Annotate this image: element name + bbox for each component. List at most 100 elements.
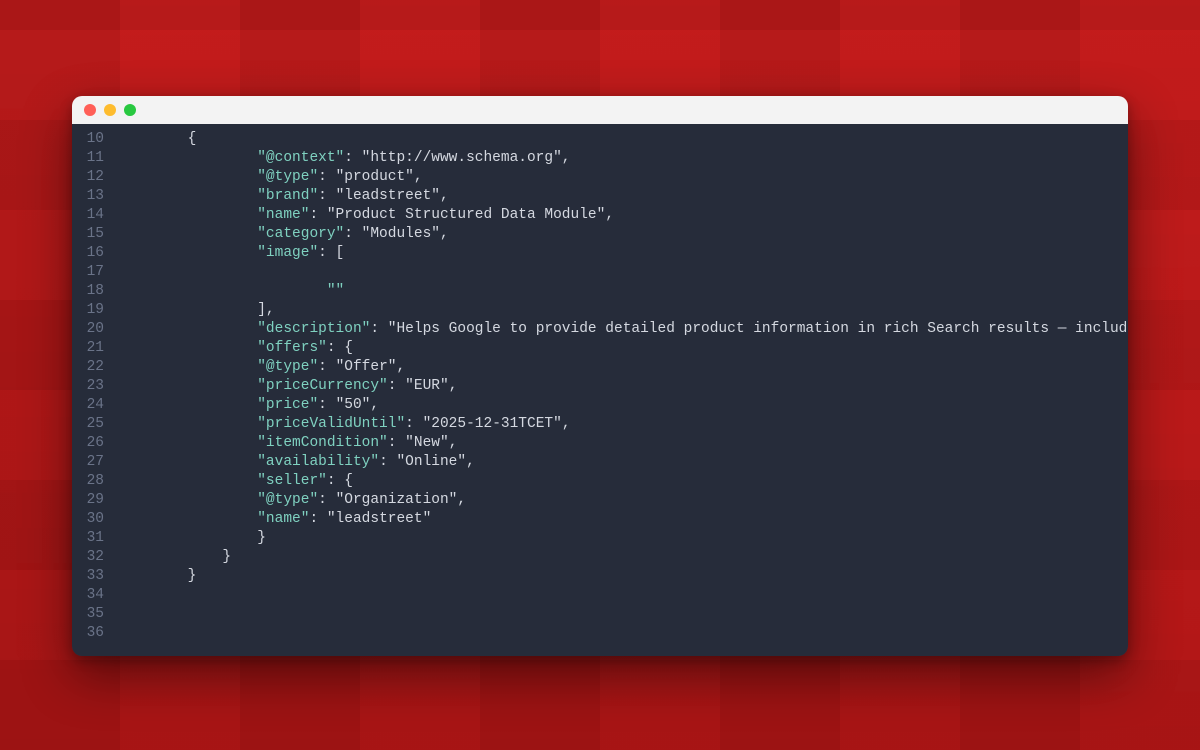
json-punct: }	[257, 530, 266, 546]
code-line[interactable]: "@type": "product",	[118, 168, 1128, 187]
code-line[interactable]: }	[118, 529, 1128, 548]
code-line[interactable]: }	[118, 567, 1128, 586]
code-line[interactable]: "offers": {	[118, 339, 1128, 358]
json-string: "50"	[336, 397, 371, 413]
code-line[interactable]: "@type": "Organization",	[118, 491, 1128, 510]
json-string: "http://www.schema.org"	[362, 150, 562, 166]
line-number: 35	[72, 605, 104, 624]
json-punct: :	[318, 359, 335, 375]
code-line[interactable]: "@type": "Offer",	[118, 358, 1128, 377]
code-line[interactable]	[118, 263, 1128, 282]
json-key: "@type"	[257, 359, 318, 375]
line-number: 16	[72, 244, 104, 263]
code-line[interactable]: "category": "Modules",	[118, 225, 1128, 244]
json-key: ""	[327, 283, 344, 299]
json-string: "leadstreet"	[336, 188, 440, 204]
line-number: 13	[72, 187, 104, 206]
line-number: 24	[72, 396, 104, 415]
line-number: 14	[72, 206, 104, 225]
json-punct: :	[318, 492, 335, 508]
json-key: "name"	[257, 511, 309, 527]
json-key: "name"	[257, 207, 309, 223]
code-line[interactable]: "itemCondition": "New",	[118, 434, 1128, 453]
code-line[interactable]: "brand": "leadstreet",	[118, 187, 1128, 206]
code-line[interactable]: "image": [	[118, 244, 1128, 263]
line-number: 30	[72, 510, 104, 529]
code-line[interactable]: "name": "Product Structured Data Module"…	[118, 206, 1128, 225]
json-key: "@type"	[257, 169, 318, 185]
json-punct: :	[318, 188, 335, 204]
line-number-gutter: 1011121314151617181920212223242526272829…	[72, 130, 110, 656]
line-number: 21	[72, 339, 104, 358]
close-icon[interactable]	[84, 104, 96, 116]
json-punct: ,	[370, 397, 379, 413]
line-number: 10	[72, 130, 104, 149]
json-string: "Product Structured Data Module"	[327, 207, 605, 223]
code-line[interactable]: "price": "50",	[118, 396, 1128, 415]
json-punct: ,	[440, 226, 449, 242]
json-string: "Modules"	[362, 226, 440, 242]
json-punct: : {	[327, 473, 353, 489]
line-number: 11	[72, 149, 104, 168]
code-line[interactable]: ""	[118, 282, 1128, 301]
json-punct: ,	[562, 416, 571, 432]
json-punct: ,	[449, 378, 458, 394]
json-key: "@context"	[257, 150, 344, 166]
line-number: 25	[72, 415, 104, 434]
code-line[interactable]: {	[118, 130, 1128, 149]
json-key: "price"	[257, 397, 318, 413]
code-line[interactable]: }	[118, 548, 1128, 567]
line-number: 22	[72, 358, 104, 377]
line-number: 36	[72, 624, 104, 643]
line-number: 32	[72, 548, 104, 567]
line-number: 26	[72, 434, 104, 453]
json-string: "EUR"	[405, 378, 449, 394]
minimize-icon[interactable]	[104, 104, 116, 116]
line-number: 29	[72, 491, 104, 510]
json-key: "brand"	[257, 188, 318, 204]
code-line[interactable]	[118, 586, 1128, 605]
json-punct: :	[405, 416, 422, 432]
json-string: "New"	[405, 435, 449, 451]
json-punct: :	[379, 454, 396, 470]
code-line[interactable]: "priceCurrency": "EUR",	[118, 377, 1128, 396]
line-number: 23	[72, 377, 104, 396]
json-punct: :	[318, 397, 335, 413]
json-punct: :	[309, 511, 326, 527]
code-editor[interactable]: 1011121314151617181920212223242526272829…	[72, 124, 1128, 656]
json-punct: ,	[605, 207, 614, 223]
line-number: 18	[72, 282, 104, 301]
json-punct: :	[309, 207, 326, 223]
line-number: 17	[72, 263, 104, 282]
code-line[interactable]: "availability": "Online",	[118, 453, 1128, 472]
line-number: 20	[72, 320, 104, 339]
json-punct: }	[188, 568, 197, 584]
code-line[interactable]	[118, 605, 1128, 624]
line-number: 27	[72, 453, 104, 472]
json-punct: ,	[457, 492, 466, 508]
line-number: 12	[72, 168, 104, 187]
code-line[interactable]: "name": "leadstreet"	[118, 510, 1128, 529]
json-string: "leadstreet"	[327, 511, 431, 527]
code-line[interactable]: "priceValidUntil": "2025-12-31TCET",	[118, 415, 1128, 434]
line-number: 28	[72, 472, 104, 491]
json-punct: ,	[466, 454, 475, 470]
json-key: "priceCurrency"	[257, 378, 388, 394]
code-line[interactable]: "@context": "http://www.schema.org",	[118, 149, 1128, 168]
json-key: "category"	[257, 226, 344, 242]
window-titlebar	[72, 96, 1128, 124]
json-punct: :	[344, 150, 361, 166]
json-string: "Helps Google to provide detailed produc…	[388, 321, 1128, 337]
code-line[interactable]: ],	[118, 301, 1128, 320]
code-line[interactable]	[118, 624, 1128, 643]
json-punct: ,	[449, 435, 458, 451]
code-line[interactable]: "seller": {	[118, 472, 1128, 491]
json-punct: :	[344, 226, 361, 242]
zoom-icon[interactable]	[124, 104, 136, 116]
json-punct: : {	[327, 340, 353, 356]
code-content[interactable]: { "@context": "http://www.schema.org", "…	[110, 130, 1128, 656]
json-punct: ],	[257, 302, 274, 318]
json-string: "Offer"	[336, 359, 397, 375]
code-line[interactable]: "description": "Helps Google to provide …	[118, 320, 1128, 339]
line-number: 15	[72, 225, 104, 244]
